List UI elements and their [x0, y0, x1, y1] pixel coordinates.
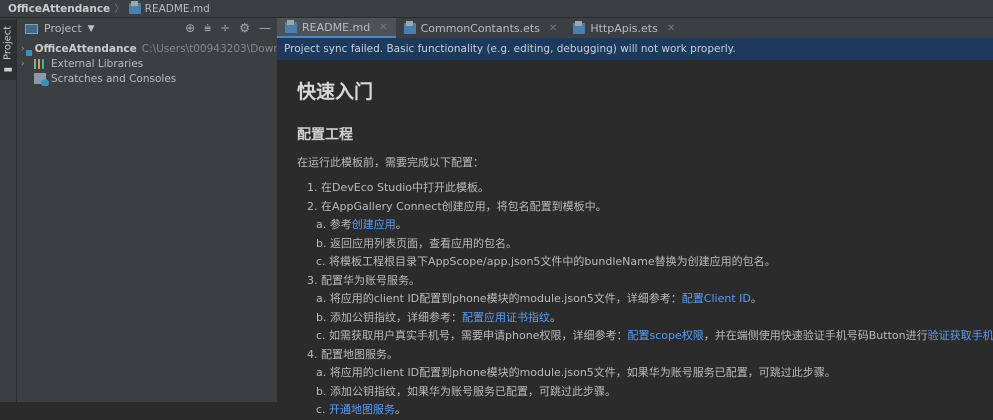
breadcrumb-separator-icon: 〉	[114, 3, 125, 15]
list-item-text: 。	[395, 403, 407, 416]
close-icon[interactable]: ✕	[549, 23, 557, 34]
tree-item-label: OfficeAttendance	[34, 42, 137, 55]
list-item: 2. 在AppGallery Connect创建应用，将包名配置到模板中。	[297, 198, 987, 217]
doc-link[interactable]: 配置应用证书指纹	[462, 311, 550, 324]
list-item: a. 参考创建应用。	[297, 216, 987, 235]
editor-tabs: README.md ✕ CommonContants.ets ✕ HttpApi…	[277, 18, 993, 38]
list-item-text: 。	[549, 310, 561, 324]
tree-item-path: C:\Users\t00943203\Downloads\	[141, 42, 277, 55]
tree-item-external-libraries[interactable]: › External Libraries	[17, 56, 277, 71]
ets-file-icon	[573, 20, 586, 34]
markdown-preview: 快速入门 配置工程 在运行此模板前，需要完成以下配置： 1. 在DevEco S…	[297, 60, 993, 420]
doc-link[interactable]: 创建应用	[352, 218, 396, 231]
tab-label: HttpApis.ets	[590, 21, 658, 35]
project-panel: Project ▼ ⊕ ⩧ ÷ ⚙ — › OfficeAttendance C…	[17, 18, 277, 402]
tree-item-project[interactable]: › OfficeAttendance C:\Users\t00943203\Do…	[17, 41, 277, 56]
tab-common-contants[interactable]: CommonContants.ets ✕	[396, 18, 566, 38]
config-steps-list: 1. 在DevEco Studio中打开此模板。 2. 在AppGallery C…	[297, 179, 993, 420]
ets-file-icon	[403, 20, 416, 34]
project-tool-window-button[interactable]: ▬ Project	[0, 20, 16, 80]
chevron-right-icon[interactable]: ›	[21, 59, 29, 69]
list-item: 1. 在DevEco Studio中打开此模板。	[297, 179, 987, 198]
tool-window-strip: ▬ Project	[0, 18, 17, 402]
list-item-text: 。	[750, 292, 762, 305]
doc-link[interactable]: 验证获取手机号码	[928, 329, 993, 342]
doc-heading-2: 配置工程	[297, 127, 353, 143]
list-item: c. 将模板工程根目录下AppScope/app.json5文件中的bundle…	[297, 253, 987, 272]
list-item: b. 添加公钥指纹，如果华为账号服务已配置，可跳过此步骤。	[297, 383, 987, 402]
close-icon[interactable]: ✕	[667, 23, 675, 34]
list-item-text: b. 返回应用列表页面，查看应用的包名。	[316, 236, 517, 250]
markdown-file-icon	[128, 1, 141, 14]
breadcrumb-file[interactable]: README.md	[145, 3, 210, 15]
project-panel-header: Project ▼ ⊕ ⩧ ÷ ⚙ —	[17, 18, 277, 39]
list-item: b. 添加公钥指纹，详细参考：配置应用证书指纹。	[297, 309, 987, 328]
breadcrumb-project[interactable]: OfficeAttendance	[8, 3, 110, 15]
list-item-text: 。	[395, 218, 407, 231]
doc-link[interactable]: 配置Client ID	[682, 292, 751, 305]
tab-label: README.md	[302, 20, 371, 34]
list-item-text: a. 将应用的client ID配置到phone模块的module.json5文…	[316, 292, 682, 305]
list-item-text: b. 添加公钥指纹，详细参考：	[316, 310, 462, 324]
list-item-text: 1. 在DevEco Studio中打开此模板。	[307, 181, 489, 194]
doc-intro: 在运行此模板前，需要完成以下配置：	[297, 156, 484, 169]
list-item: a. 将应用的client ID配置到phone模块的module.json5文…	[297, 290, 987, 309]
locate-icon[interactable]: ⊕	[185, 21, 195, 36]
sync-failed-banner: Project sync failed. Basic functionality…	[277, 38, 993, 60]
tree-item-label: Scratches and Consoles	[51, 72, 177, 85]
list-item-text: 4. 配置地图服务。	[307, 347, 398, 361]
tree-item-label: External Libraries	[51, 57, 144, 70]
list-item: 4. 配置地图服务。	[297, 346, 987, 365]
list-item: c. 如需获取用户真实手机号，需要申请phone权限，详细参考：配置scope权…	[297, 327, 993, 346]
close-icon[interactable]: ✕	[379, 22, 387, 33]
list-item: b. 返回应用列表页面，查看应用的包名。	[297, 235, 987, 254]
list-item: c. 开通地图服务。	[297, 401, 987, 420]
chevron-down-icon[interactable]: ▼	[88, 24, 95, 34]
list-item-text: 2. 在AppGallery Connect创建应用，将包名配置到模板中。	[307, 199, 607, 213]
list-item-text: ，并在端侧使用快速验证手机号码Button进行	[703, 329, 928, 342]
title-bar: OfficeAttendance 〉 README.md	[0, 0, 993, 18]
scratches-icon	[34, 73, 49, 86]
list-item-text: c.	[316, 403, 330, 416]
chevron-right-icon[interactable]: ›	[21, 44, 25, 54]
tree-item-scratches[interactable]: Scratches and Consoles	[17, 71, 277, 86]
hide-icon[interactable]: —	[259, 21, 271, 36]
tab-readme[interactable]: README.md ✕	[277, 18, 396, 38]
project-tree: › OfficeAttendance C:\Users\t00943203\Do…	[17, 39, 277, 86]
collapse-all-icon[interactable]: ÷	[220, 21, 230, 36]
list-item-text: 3. 配置华为账号服务。	[307, 273, 420, 287]
doc-link[interactable]: 开通地图服务	[329, 403, 395, 416]
doc-link[interactable]: 配置scope权限	[627, 329, 703, 342]
list-item-text: a. 参考	[316, 218, 352, 231]
list-item: a. 将应用的client ID配置到phone模块的module.json5文…	[297, 364, 987, 383]
gear-icon[interactable]: ⚙	[239, 21, 250, 36]
list-item: 3. 配置华为账号服务。	[297, 272, 987, 291]
tab-http-apis[interactable]: HttpApis.ets ✕	[565, 18, 683, 38]
project-view-selector[interactable]: Project	[44, 22, 82, 35]
list-item-text: c. 如需获取用户真实手机号，需要申请phone权限，详细参考：	[316, 329, 628, 342]
list-item-text: c. 将模板工程根目录下AppScope/app.json5文件中的bundle…	[316, 255, 776, 268]
expand-all-icon[interactable]: ⩧	[204, 21, 211, 36]
project-tool-label: Project	[2, 25, 14, 60]
tab-label: CommonContants.ets	[420, 21, 540, 35]
libraries-icon	[34, 58, 46, 69]
doc-heading-1: 快速入门	[297, 81, 374, 103]
markdown-file-icon	[285, 19, 297, 33]
list-item-text: a. 将应用的client ID配置到phone模块的module.json5文…	[316, 366, 836, 379]
project-view-icon	[25, 23, 38, 34]
list-item-text: b. 添加公钥指纹，如果华为账号服务已配置，可跳过此步骤。	[316, 384, 616, 398]
folder-icon: ▬	[2, 63, 14, 75]
